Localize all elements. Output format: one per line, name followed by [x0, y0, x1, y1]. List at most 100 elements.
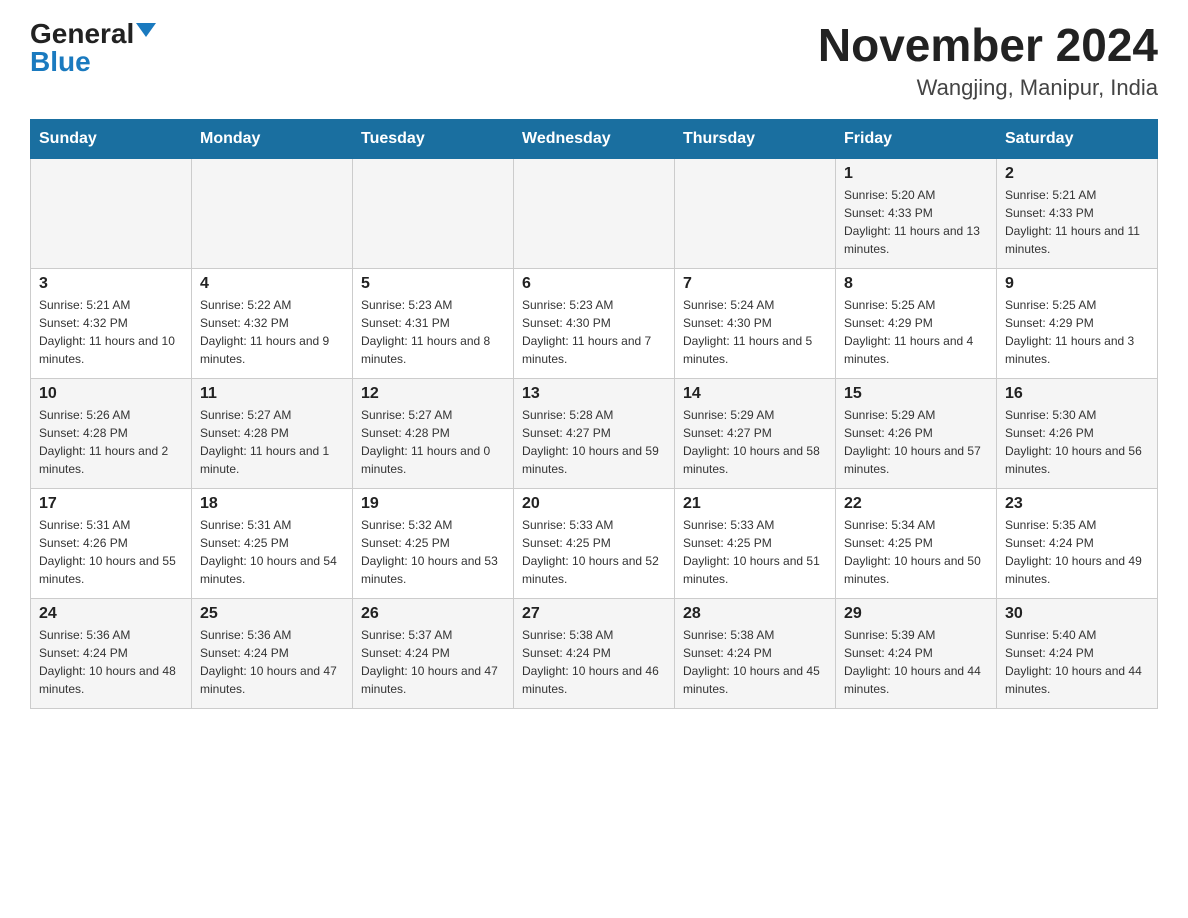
day-info: Sunrise: 5:29 AM Sunset: 4:27 PM Dayligh…	[683, 406, 827, 478]
day-cell: 6 Sunrise: 5:23 AM Sunset: 4:30 PM Daylig…	[514, 268, 675, 378]
calendar-table: SundayMondayTuesdayWednesdayThursdayFrid…	[30, 119, 1158, 709]
day-info: Sunrise: 5:30 AM Sunset: 4:26 PM Dayligh…	[1005, 406, 1149, 478]
day-cell: 19 Sunrise: 5:32 AM Sunset: 4:25 PM Dayli…	[353, 488, 514, 598]
day-number: 23	[1005, 495, 1149, 513]
week-row-4: 17 Sunrise: 5:31 AM Sunset: 4:26 PM Dayli…	[31, 488, 1158, 598]
day-number: 5	[361, 275, 505, 293]
day-info: Sunrise: 5:27 AM Sunset: 4:28 PM Dayligh…	[200, 406, 344, 478]
header-row: SundayMondayTuesdayWednesdayThursdayFrid…	[31, 119, 1158, 158]
day-number: 19	[361, 495, 505, 513]
day-cell: 11 Sunrise: 5:27 AM Sunset: 4:28 PM Dayli…	[192, 378, 353, 488]
title-area: November 2024 Wangjing, Manipur, India	[818, 20, 1158, 101]
day-number: 26	[361, 605, 505, 623]
day-number: 11	[200, 385, 344, 403]
day-info: Sunrise: 5:40 AM Sunset: 4:24 PM Dayligh…	[1005, 626, 1149, 698]
day-cell: 29Sunrise: 5:39 AM Sunset: 4:24 PM Dayli…	[836, 598, 997, 708]
day-cell: 23Sunrise: 5:35 AM Sunset: 4:24 PM Dayli…	[997, 488, 1158, 598]
day-cell: 20 Sunrise: 5:33 AM Sunset: 4:25 PM Dayli…	[514, 488, 675, 598]
day-cell: 7 Sunrise: 5:24 AM Sunset: 4:30 PM Daylig…	[675, 268, 836, 378]
day-info: Sunrise: 5:37 AM Sunset: 4:24 PM Dayligh…	[361, 626, 505, 698]
day-number: 18	[200, 495, 344, 513]
day-info: Sunrise: 5:21 AM Sunset: 4:32 PM Dayligh…	[39, 296, 183, 368]
header-cell-sunday: Sunday	[31, 119, 192, 158]
day-info: Sunrise: 5:34 AM Sunset: 4:25 PM Dayligh…	[844, 516, 988, 588]
day-info: Sunrise: 5:31 AM Sunset: 4:25 PM Dayligh…	[200, 516, 344, 588]
header-cell-thursday: Thursday	[675, 119, 836, 158]
day-cell	[353, 158, 514, 268]
day-cell: 27Sunrise: 5:38 AM Sunset: 4:24 PM Dayli…	[514, 598, 675, 708]
day-number: 1	[844, 165, 988, 183]
day-info: Sunrise: 5:24 AM Sunset: 4:30 PM Dayligh…	[683, 296, 827, 368]
day-info: Sunrise: 5:33 AM Sunset: 4:25 PM Dayligh…	[522, 516, 666, 588]
day-number: 25	[200, 605, 344, 623]
day-info: Sunrise: 5:28 AM Sunset: 4:27 PM Dayligh…	[522, 406, 666, 478]
day-info: Sunrise: 5:36 AM Sunset: 4:24 PM Dayligh…	[39, 626, 183, 698]
day-info: Sunrise: 5:32 AM Sunset: 4:25 PM Dayligh…	[361, 516, 505, 588]
day-info: Sunrise: 5:39 AM Sunset: 4:24 PM Dayligh…	[844, 626, 988, 698]
day-info: Sunrise: 5:31 AM Sunset: 4:26 PM Dayligh…	[39, 516, 183, 588]
day-number: 9	[1005, 275, 1149, 293]
day-cell: 13 Sunrise: 5:28 AM Sunset: 4:27 PM Dayli…	[514, 378, 675, 488]
day-number: 22	[844, 495, 988, 513]
day-cell: 14 Sunrise: 5:29 AM Sunset: 4:27 PM Dayli…	[675, 378, 836, 488]
logo-general: General	[30, 20, 134, 48]
week-row-1: 1 Sunrise: 5:20 AM Sunset: 4:33 PM Daylig…	[31, 158, 1158, 268]
week-row-5: 24 Sunrise: 5:36 AM Sunset: 4:24 PM Dayli…	[31, 598, 1158, 708]
day-number: 2	[1005, 165, 1149, 183]
day-info: Sunrise: 5:33 AM Sunset: 4:25 PM Dayligh…	[683, 516, 827, 588]
day-cell: 12 Sunrise: 5:27 AM Sunset: 4:28 PM Dayli…	[353, 378, 514, 488]
calendar-body: 1 Sunrise: 5:20 AM Sunset: 4:33 PM Daylig…	[31, 158, 1158, 708]
location-title: Wangjing, Manipur, India	[818, 75, 1158, 101]
day-cell: 22 Sunrise: 5:34 AM Sunset: 4:25 PM Dayli…	[836, 488, 997, 598]
day-cell: 28 Sunrise: 5:38 AM Sunset: 4:24 PM Dayli…	[675, 598, 836, 708]
day-info: Sunrise: 5:27 AM Sunset: 4:28 PM Dayligh…	[361, 406, 505, 478]
header-cell-tuesday: Tuesday	[353, 119, 514, 158]
day-cell: 21 Sunrise: 5:33 AM Sunset: 4:25 PM Dayli…	[675, 488, 836, 598]
day-number: 7	[683, 275, 827, 293]
day-number: 12	[361, 385, 505, 403]
day-number: 14	[683, 385, 827, 403]
header-cell-wednesday: Wednesday	[514, 119, 675, 158]
day-cell: 25 Sunrise: 5:36 AM Sunset: 4:24 PM Dayli…	[192, 598, 353, 708]
day-cell: 9 Sunrise: 5:25 AM Sunset: 4:29 PM Daylig…	[997, 268, 1158, 378]
day-cell: 1 Sunrise: 5:20 AM Sunset: 4:33 PM Daylig…	[836, 158, 997, 268]
header-cell-saturday: Saturday	[997, 119, 1158, 158]
day-number: 3	[39, 275, 183, 293]
logo: General Blue	[30, 20, 156, 76]
day-cell: 18 Sunrise: 5:31 AM Sunset: 4:25 PM Dayli…	[192, 488, 353, 598]
day-info: Sunrise: 5:25 AM Sunset: 4:29 PM Dayligh…	[844, 296, 988, 368]
day-number: 27	[522, 605, 666, 623]
day-cell: 10 Sunrise: 5:26 AM Sunset: 4:28 PM Dayli…	[31, 378, 192, 488]
day-cell: 15 Sunrise: 5:29 AM Sunset: 4:26 PM Dayli…	[836, 378, 997, 488]
day-info: Sunrise: 5:38 AM Sunset: 4:24 PM Dayligh…	[683, 626, 827, 698]
day-number: 16	[1005, 385, 1149, 403]
day-number: 21	[683, 495, 827, 513]
day-number: 28	[683, 605, 827, 623]
day-number: 8	[844, 275, 988, 293]
day-number: 4	[200, 275, 344, 293]
day-number: 10	[39, 385, 183, 403]
day-number: 17	[39, 495, 183, 513]
day-cell: 3 Sunrise: 5:21 AM Sunset: 4:32 PM Daylig…	[31, 268, 192, 378]
day-info: Sunrise: 5:29 AM Sunset: 4:26 PM Dayligh…	[844, 406, 988, 478]
day-cell: 26 Sunrise: 5:37 AM Sunset: 4:24 PM Dayli…	[353, 598, 514, 708]
day-number: 30	[1005, 605, 1149, 623]
day-number: 13	[522, 385, 666, 403]
day-cell: 4Sunrise: 5:22 AM Sunset: 4:32 PM Daylig…	[192, 268, 353, 378]
page-header: General Blue November 2024 Wangjing, Man…	[30, 20, 1158, 101]
day-number: 15	[844, 385, 988, 403]
header-cell-monday: Monday	[192, 119, 353, 158]
day-number: 24	[39, 605, 183, 623]
day-number: 6	[522, 275, 666, 293]
day-info: Sunrise: 5:23 AM Sunset: 4:30 PM Dayligh…	[522, 296, 666, 368]
day-info: Sunrise: 5:26 AM Sunset: 4:28 PM Dayligh…	[39, 406, 183, 478]
day-info: Sunrise: 5:36 AM Sunset: 4:24 PM Dayligh…	[200, 626, 344, 698]
day-info: Sunrise: 5:25 AM Sunset: 4:29 PM Dayligh…	[1005, 296, 1149, 368]
logo-triangle-icon	[136, 23, 156, 37]
day-cell: 5Sunrise: 5:23 AM Sunset: 4:31 PM Daylig…	[353, 268, 514, 378]
calendar-header: SundayMondayTuesdayWednesdayThursdayFrid…	[31, 119, 1158, 158]
day-number: 20	[522, 495, 666, 513]
day-info: Sunrise: 5:20 AM Sunset: 4:33 PM Dayligh…	[844, 186, 988, 258]
day-cell: 8 Sunrise: 5:25 AM Sunset: 4:29 PM Daylig…	[836, 268, 997, 378]
header-cell-friday: Friday	[836, 119, 997, 158]
